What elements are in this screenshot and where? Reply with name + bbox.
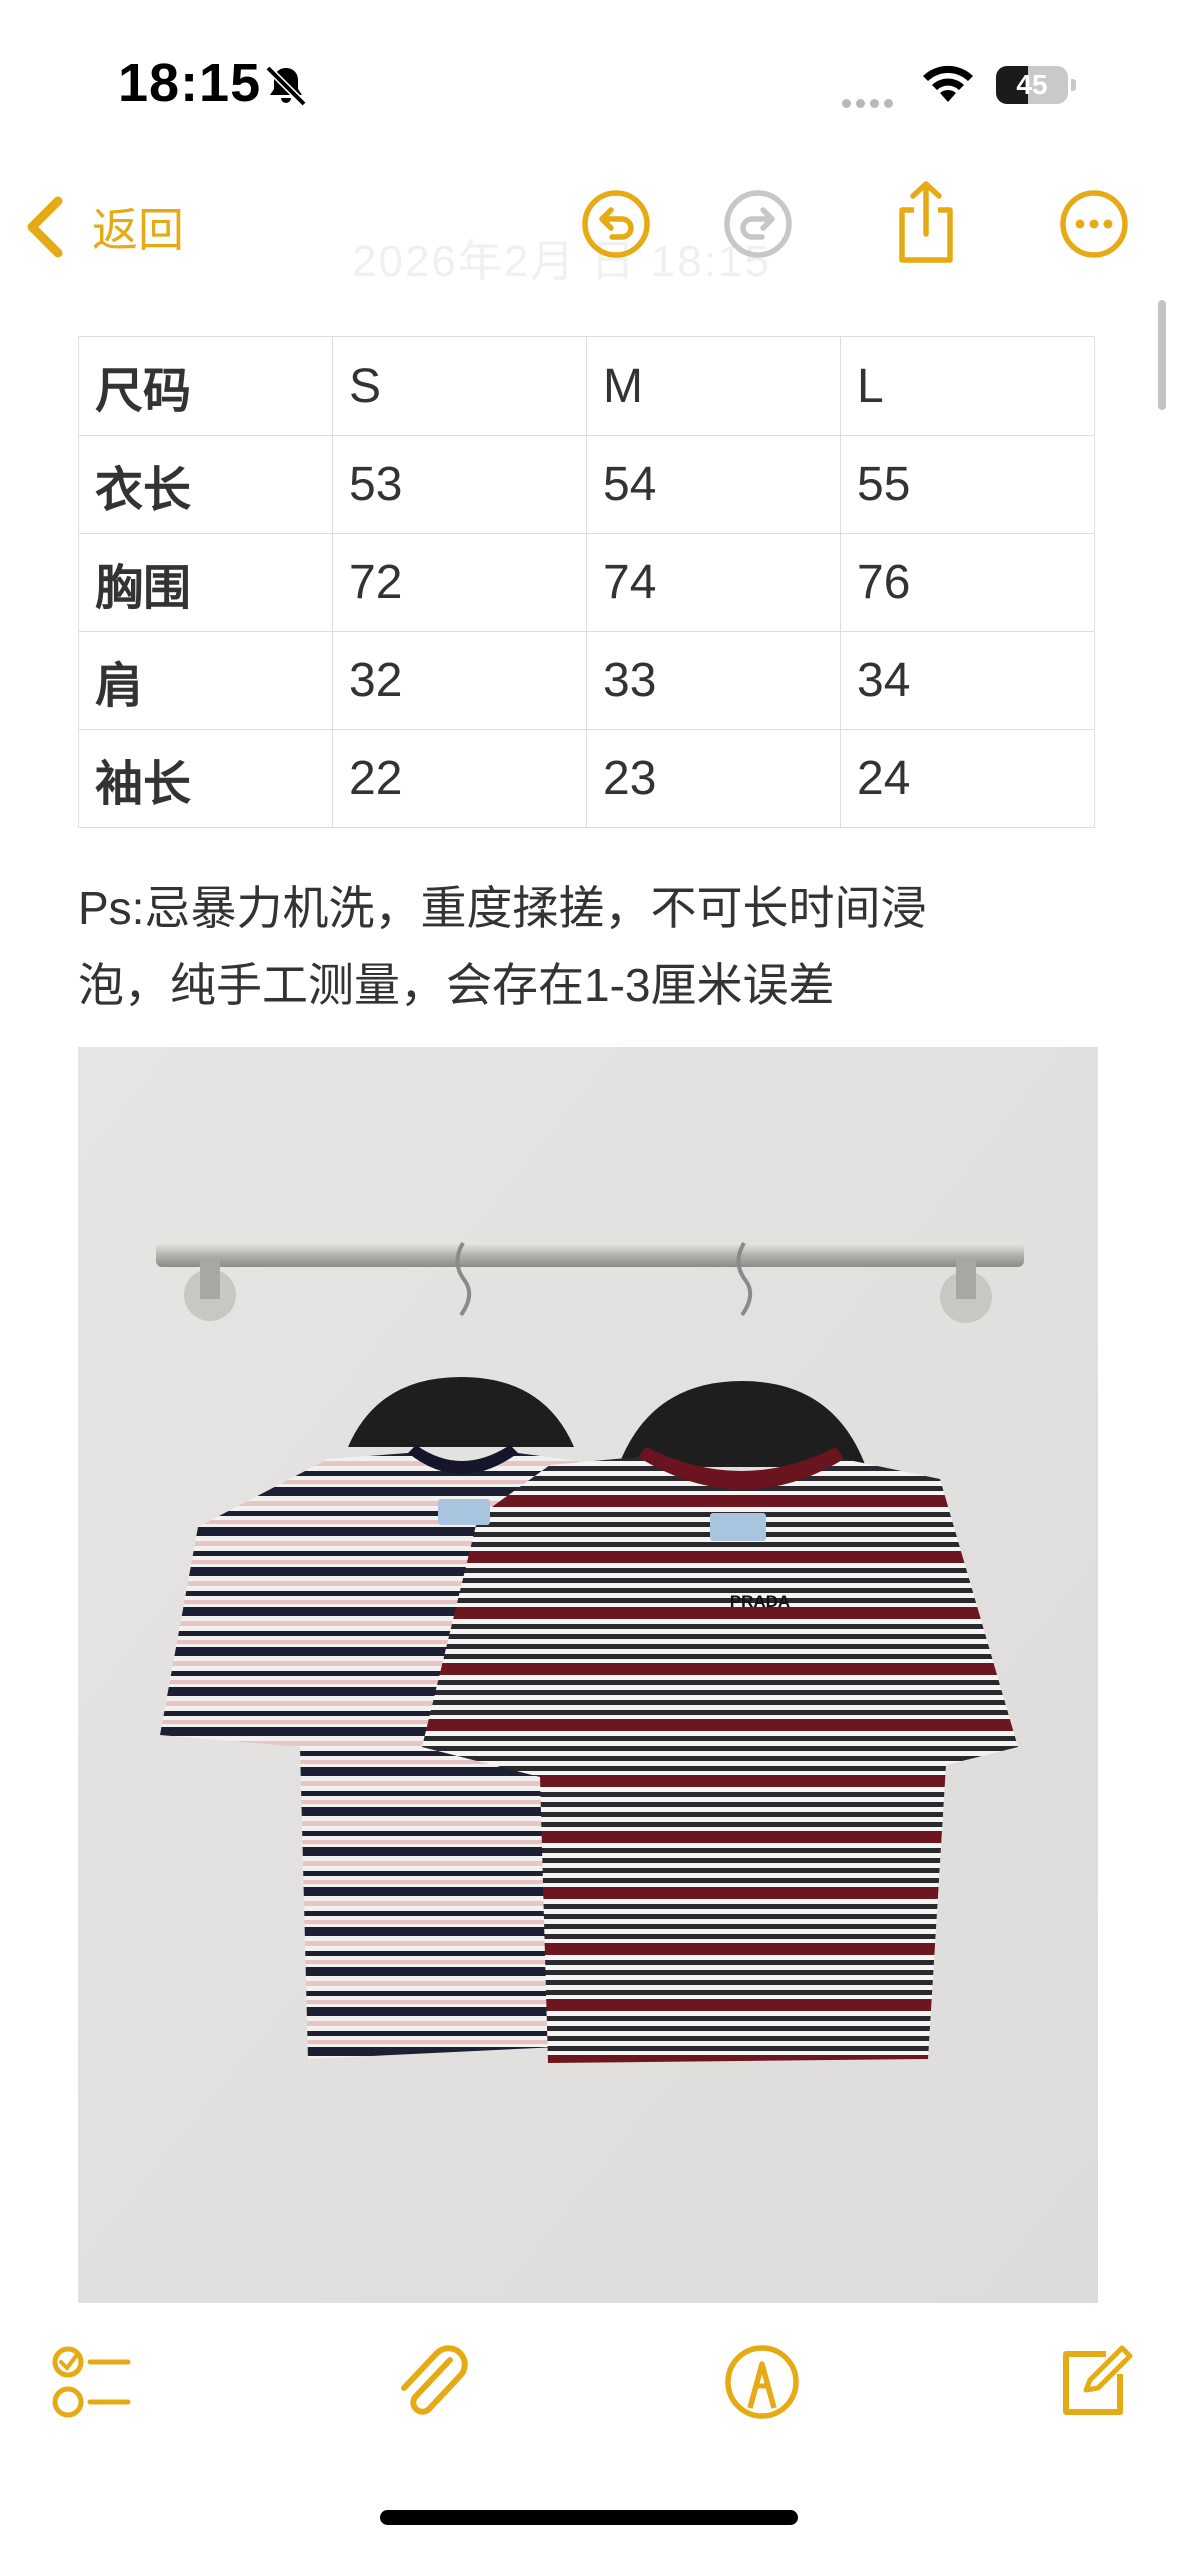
markup-icon[interactable] bbox=[720, 2340, 804, 2424]
back-chevron-icon bbox=[27, 196, 63, 258]
attachment-icon[interactable] bbox=[388, 2340, 472, 2424]
wifi-icon bbox=[923, 65, 973, 102]
table-cell: 22 bbox=[332, 729, 587, 828]
table-row: 胸围 72 74 76 bbox=[78, 533, 1095, 632]
redo-icon[interactable] bbox=[720, 186, 796, 262]
table-cell: 胸围 bbox=[78, 533, 333, 632]
table-header-row: 尺码 S M L bbox=[78, 336, 1095, 436]
table-cell: 33 bbox=[586, 631, 841, 730]
table-cell: S bbox=[332, 336, 587, 436]
table-cell: 34 bbox=[840, 631, 1095, 730]
note-date: 2026年2月 日 18:15 bbox=[352, 237, 771, 286]
battery-icon: 45 bbox=[996, 66, 1076, 104]
home-indicator[interactable] bbox=[380, 2510, 798, 2525]
table-cell: 74 bbox=[586, 533, 841, 632]
table-cell: 尺码 bbox=[78, 336, 333, 436]
back-label: 返回 bbox=[92, 204, 184, 256]
table-cell: 23 bbox=[586, 729, 841, 828]
product-photo[interactable]: PRADA bbox=[78, 1047, 1098, 2303]
scroll-indicator bbox=[1158, 300, 1166, 410]
size-table[interactable]: 尺码 S M L 衣长 53 54 55 胸围 72 74 76 肩 32 33… bbox=[78, 336, 1095, 828]
checklist-icon[interactable] bbox=[50, 2340, 134, 2424]
battery-level: 45 bbox=[1016, 69, 1048, 100]
table-cell: 76 bbox=[840, 533, 1095, 632]
note-body-text[interactable]: Ps:忌暴力机洗，重度揉搓，不可长时间浸 泡，纯手工测量，会存在1-3厘米误差 bbox=[78, 870, 1058, 1024]
undo-icon[interactable] bbox=[578, 186, 654, 262]
nav-bar: 2026年2月 日 18:15 返回 bbox=[0, 170, 1179, 290]
table-cell: 53 bbox=[332, 435, 587, 534]
table-row: 袖长 22 23 24 bbox=[78, 729, 1095, 828]
compose-icon[interactable] bbox=[1050, 2340, 1134, 2424]
status-time: 18:15 bbox=[118, 53, 262, 113]
share-icon[interactable] bbox=[888, 178, 964, 266]
table-cell: L bbox=[840, 336, 1095, 436]
silent-bell-icon bbox=[265, 65, 307, 107]
table-cell: 袖长 bbox=[78, 729, 333, 828]
cellular-signal-icon bbox=[842, 95, 898, 113]
table-row: 肩 32 33 34 bbox=[78, 631, 1095, 730]
table-cell: 24 bbox=[840, 729, 1095, 828]
table-cell: 衣长 bbox=[78, 435, 333, 534]
table-cell: 55 bbox=[840, 435, 1095, 534]
status-bar: 18:15 45 bbox=[0, 0, 1179, 170]
table-cell: 32 bbox=[332, 631, 587, 730]
note-line: 泡，纯手工测量，会存在1-3厘米误差 bbox=[78, 959, 835, 1011]
table-row: 衣长 53 54 55 bbox=[78, 435, 1095, 534]
more-icon[interactable] bbox=[1056, 186, 1132, 262]
back-button[interactable]: 返回 bbox=[24, 192, 184, 262]
table-cell: 72 bbox=[332, 533, 587, 632]
table-cell: M bbox=[586, 336, 841, 436]
table-cell: 肩 bbox=[78, 631, 333, 730]
brand-logo: PRADA bbox=[730, 1592, 790, 1611]
table-cell: 54 bbox=[586, 435, 841, 534]
note-line: Ps:忌暴力机洗，重度揉搓，不可长时间浸 bbox=[78, 882, 927, 934]
